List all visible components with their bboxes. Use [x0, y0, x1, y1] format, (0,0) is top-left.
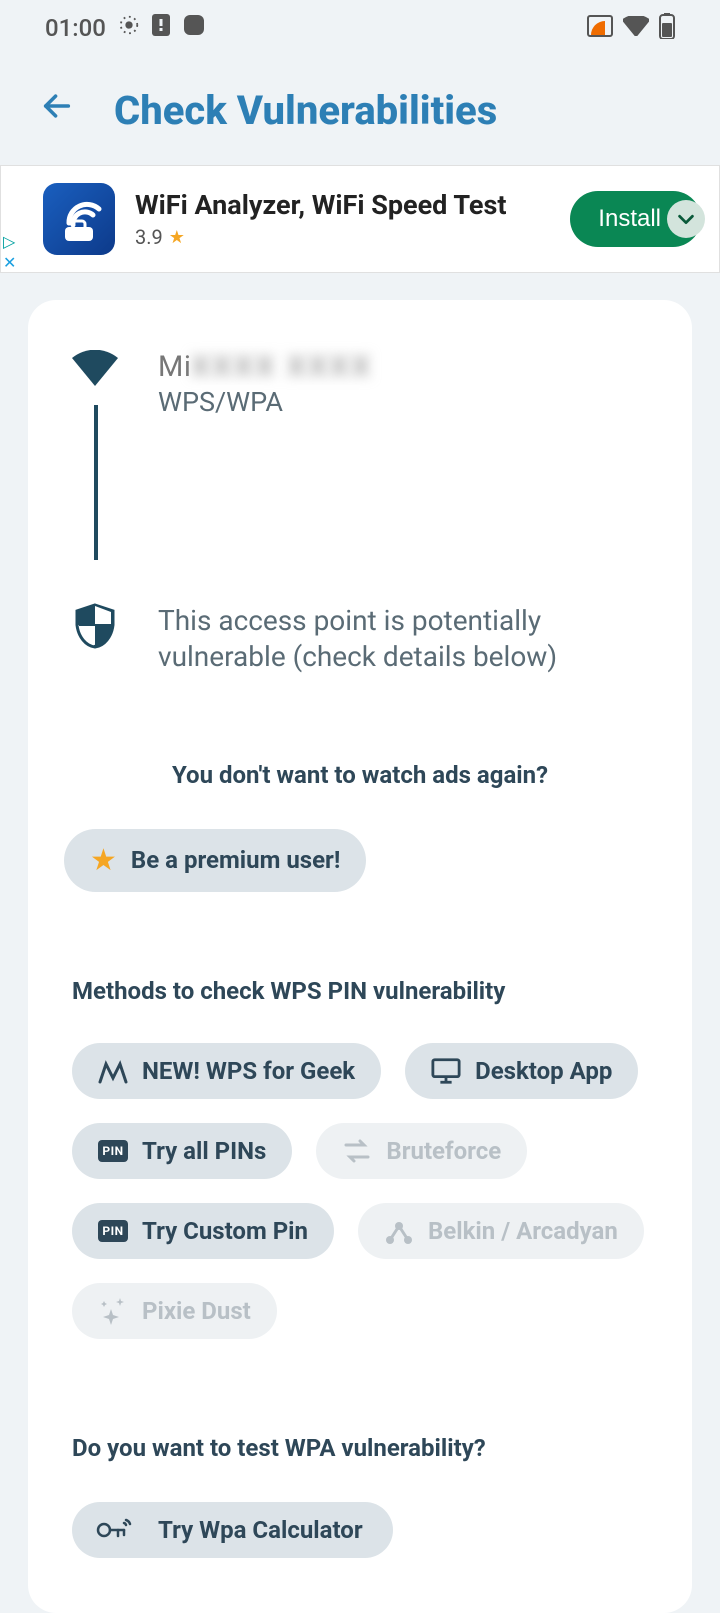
status-right	[587, 13, 675, 43]
network-row: MiXXXX XXXX WPS/WPA	[72, 350, 648, 418]
method-desktop[interactable]: Desktop App	[405, 1043, 638, 1099]
method-label: Desktop App	[475, 1057, 612, 1085]
method-custom-pin[interactable]: PIN Try Custom Pin	[72, 1203, 334, 1259]
method-label: Pixie Dust	[142, 1297, 251, 1325]
pin-icon: PIN	[98, 1140, 128, 1162]
shield-icon	[72, 603, 118, 649]
pin-icon: PIN	[98, 1220, 128, 1242]
app-indicator-icon	[182, 13, 206, 43]
wifi-status-icon	[623, 16, 649, 40]
method-label: NEW! WPS for Geek	[142, 1057, 355, 1085]
chevron-down-icon[interactable]	[667, 200, 705, 238]
premium-label: Be a premium user!	[131, 846, 340, 874]
method-bruteforce[interactable]: Bruteforce	[316, 1123, 527, 1179]
location-icon	[118, 14, 140, 42]
warning-icon	[152, 14, 170, 42]
back-button[interactable]	[40, 89, 74, 132]
desktop-icon	[431, 1057, 461, 1085]
sparkle-icon	[98, 1297, 128, 1325]
network-info: MiXXXX XXXX WPS/WPA	[158, 350, 648, 418]
page-title: Check Vulnerabilities	[114, 87, 497, 134]
method-belkin[interactable]: Belkin / Arcadyan	[358, 1203, 644, 1259]
wifi-icon	[72, 350, 118, 386]
ad-badges: ▷ ✕	[3, 232, 16, 272]
main-card: MiXXXX XXXX WPS/WPA This access point is…	[28, 300, 692, 1613]
router-icon	[384, 1218, 414, 1244]
clock: 01:00	[45, 14, 106, 42]
vulnerability-status: This access point is potentially vulnera…	[158, 603, 648, 676]
method-pixie-dust[interactable]: Pixie Dust	[72, 1283, 277, 1339]
ad-info: WiFi Analyzer, WiFi Speed Test 3.9 ★	[135, 189, 570, 249]
app-header: Check Vulnerabilities	[0, 55, 720, 165]
ads-prompt: You don't want to watch ads again?	[72, 761, 648, 789]
status-left: 01:00	[45, 13, 206, 43]
method-label: Try Custom Pin	[142, 1217, 308, 1245]
status-bar: 01:00	[0, 0, 720, 55]
cast-icon	[587, 15, 613, 41]
wpa-calculator-button[interactable]: Try Wpa Calculator	[72, 1502, 393, 1558]
ads-section: You don't want to watch ads again? ★ Be …	[72, 761, 648, 892]
ad-close-icon[interactable]: ✕	[3, 253, 16, 272]
battery-icon	[659, 13, 675, 43]
bruteforce-icon	[342, 1138, 372, 1164]
method-label: Try all PINs	[142, 1137, 266, 1165]
star-icon: ★	[169, 227, 185, 248]
key-icon	[96, 1516, 132, 1544]
ad-info-icon[interactable]: ▷	[3, 232, 16, 251]
network-name: MiXXXX XXXX	[158, 350, 648, 384]
methods-list: NEW! WPS for Geek Desktop App PIN Try al…	[72, 1043, 648, 1339]
ad-rating: 3.9 ★	[135, 225, 570, 249]
ad-title: WiFi Analyzer, WiFi Speed Test	[135, 189, 570, 221]
wpa-label: Try Wpa Calculator	[158, 1516, 363, 1544]
method-label: Belkin / Arcadyan	[428, 1217, 618, 1245]
wpa-section: Do you want to test WPA vulnerability? T…	[72, 1434, 648, 1558]
network-security: WPS/WPA	[158, 386, 648, 418]
star-icon: ★	[90, 843, 117, 878]
method-label: Bruteforce	[386, 1137, 501, 1165]
wpa-heading: Do you want to test WPA vulnerability?	[72, 1434, 648, 1462]
install-label: Install	[598, 205, 661, 232]
ad-app-icon	[43, 183, 115, 255]
premium-button[interactable]: ★ Be a premium user!	[64, 829, 366, 892]
ad-banner[interactable]: ▷ ✕ WiFi Analyzer, WiFi Speed Test 3.9 ★…	[0, 165, 720, 273]
status-row: This access point is potentially vulnera…	[72, 603, 648, 676]
geek-icon	[98, 1058, 128, 1084]
ad-rating-value: 3.9	[135, 225, 163, 249]
connector-line	[94, 405, 98, 560]
methods-heading: Methods to check WPS PIN vulnerability	[72, 977, 648, 1005]
method-wps-geek[interactable]: NEW! WPS for Geek	[72, 1043, 381, 1099]
install-button[interactable]: Install	[570, 191, 701, 247]
method-try-all-pins[interactable]: PIN Try all PINs	[72, 1123, 292, 1179]
